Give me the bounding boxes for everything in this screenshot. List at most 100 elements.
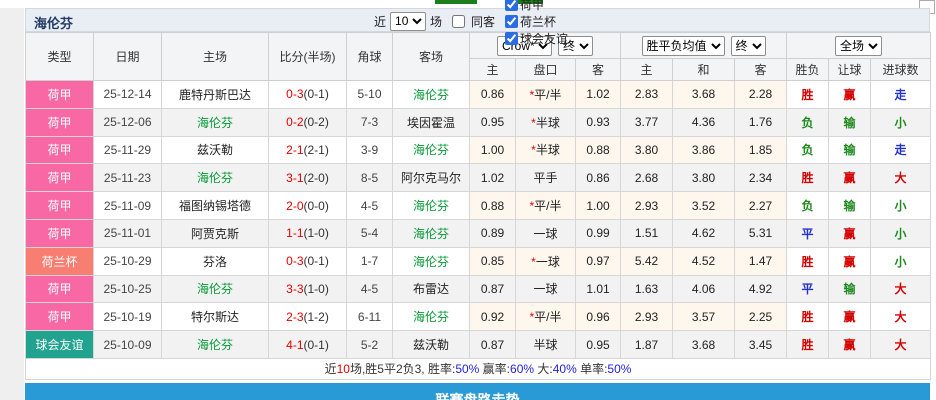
title-bar: 海伦芬 近 10 场 同客 荷甲 荷兰杯 球会友谊 xyxy=(25,0,930,46)
handicap-result-cell: 赢 xyxy=(828,302,872,332)
match-row: 荷甲 25-12-06 海伦芬 0-2(0-2) 7-3 埃因霍温 0.95 *半球 0.93 3… xyxy=(25,107,932,137)
summary-segment: 40% xyxy=(552,362,577,377)
asian-home-odds-cell: 0.92 xyxy=(469,302,516,332)
league-type-cell: 荷兰杯 xyxy=(25,246,94,276)
scope-select[interactable]: 全场 xyxy=(835,35,883,56)
corners-cell: 4-5 xyxy=(346,191,393,220)
wdl-result-cell: 负 xyxy=(786,135,830,165)
goals-result-cell: 走 xyxy=(870,135,932,165)
league-type-cell: 荷甲 xyxy=(25,107,94,137)
match-row: 荷甲 25-10-19 特尔斯达 2-3(1-2) 6-11 海伦芬 0.92 *平/半 0.9… xyxy=(25,302,932,332)
date-cell: 25-11-29 xyxy=(93,135,162,165)
wdl-result-cell: 胜 xyxy=(786,302,830,332)
home-team-cell: 兹沃勒 xyxy=(161,135,269,165)
match-row: 荷甲 25-11-29 兹沃勒 2-1(2-1) 3-9 海伦芬 1.00 *半球 0.88 3.… xyxy=(25,135,932,165)
euro-home-odds-cell: 3.77 xyxy=(620,107,674,137)
euro-time-select[interactable]: 终 xyxy=(730,35,766,56)
euro-draw-odds-cell: 4.52 xyxy=(672,246,736,276)
summary-segment: 单率: xyxy=(576,362,608,377)
asian-away-odds-cell: 0.86 xyxy=(574,163,622,193)
col-header-eu-draw: 和 xyxy=(672,58,736,81)
page: 海伦芬 近 10 场 同客 荷甲 荷兰杯 球会友谊 类型 日期 主场 比分(半场… xyxy=(0,0,936,400)
handicap-result-cell: 赢 xyxy=(828,163,872,193)
euro-away-odds-cell: 3.45 xyxy=(734,330,788,359)
goals-result-cell: 小 xyxy=(870,218,932,248)
asian-handicap-cell: *半球 xyxy=(515,135,576,165)
same-opponent-label: 同客 xyxy=(471,14,496,29)
away-team-cell: 海伦芬 xyxy=(392,191,470,220)
asian-home-odds-cell: 0.86 xyxy=(469,80,516,109)
asian-home-odds-cell: 1.00 xyxy=(469,135,516,165)
asian-handicap-cell: 半球 xyxy=(515,330,576,359)
match-row: 荷甲 25-11-23 海伦芬 3-1(2-0) 8-5 阿尔克马尔 1.02 平手 0.86 2… xyxy=(25,163,932,193)
date-cell: 25-11-23 xyxy=(93,163,162,193)
match-row: 荷兰杯 25-10-29 芬洛 0-3(0-1) 1-7 海伦芬 0.85 *一球 0.97 5.… xyxy=(25,246,932,276)
score-cell: 2-3(1-2) xyxy=(268,302,347,332)
asian-home-odds-cell: 0.95 xyxy=(469,107,516,137)
league-type-cell: 荷甲 xyxy=(25,191,94,220)
league-checkbox[interactable] xyxy=(505,0,519,11)
recent-label: 近 xyxy=(374,14,387,29)
euro-odds-select[interactable]: 胜平负均值 xyxy=(641,35,725,56)
league-type-cell: 荷甲 xyxy=(25,163,94,193)
euro-draw-odds-cell: 4.36 xyxy=(672,107,736,137)
asian-handicap-cell: 平手 xyxy=(515,163,576,193)
col-header-ah-home: 主 xyxy=(469,58,516,81)
away-team-cell: 海伦芬 xyxy=(392,302,470,332)
league-checkbox[interactable] xyxy=(505,14,519,28)
league-type-cell: 球会友谊 xyxy=(25,330,94,359)
league-filter-item: 荷甲 xyxy=(499,0,568,13)
match-row: 荷甲 25-10-25 海伦芬 3-3(1-0) 4-5 布雷达 0.87 一球 1.01 1.6… xyxy=(25,274,932,304)
page-title: 海伦芬 xyxy=(34,16,74,31)
score-cell: 1-1(1-0) xyxy=(268,218,347,248)
goals-result-cell: 大 xyxy=(870,302,932,332)
asian-home-odds-cell: 0.88 xyxy=(469,191,516,220)
league-checkbox-label: 球会友谊 xyxy=(520,31,569,46)
euro-home-odds-cell: 3.80 xyxy=(620,135,674,165)
match-row: 荷甲 25-11-01 阿贾克斯 1-1(1-0) 5-4 海伦芬 0.89 一球 0.99 1.… xyxy=(25,218,932,248)
euro-away-odds-cell: 2.28 xyxy=(734,80,788,109)
col-header-home: 主场 xyxy=(161,32,269,81)
corners-cell: 1-7 xyxy=(346,246,393,276)
date-cell: 25-12-14 xyxy=(93,80,162,109)
score-cell: 3-3(1-0) xyxy=(268,274,347,304)
away-team-cell: 海伦芬 xyxy=(392,135,470,165)
euro-away-odds-cell: 1.76 xyxy=(734,107,788,137)
asian-home-odds-cell: 0.89 xyxy=(469,218,516,248)
goals-result-cell: 小 xyxy=(870,246,932,276)
goals-result-cell: 大 xyxy=(870,330,932,359)
euro-home-odds-cell: 2.83 xyxy=(620,80,674,109)
asian-handicap-cell: 一球 xyxy=(515,274,576,304)
col-header-corner: 角球 xyxy=(346,32,393,81)
goals-result-cell: 大 xyxy=(870,163,932,193)
date-cell: 25-11-09 xyxy=(93,191,162,220)
handicap-result-cell: 输 xyxy=(828,135,872,165)
euro-home-odds-cell: 1.63 xyxy=(620,274,674,304)
recent-count-select[interactable]: 10 xyxy=(390,11,427,31)
away-team-cell: 埃因霍温 xyxy=(392,107,470,137)
asian-handicap-cell: *平/半 xyxy=(515,302,576,332)
section-header-label: 联赛盘路走势 xyxy=(435,392,520,400)
home-team-cell: 海伦芬 xyxy=(161,163,269,193)
same-opponent-checkbox[interactable] xyxy=(452,14,466,28)
league-type-cell: 荷甲 xyxy=(25,302,94,332)
wdl-result-cell: 平 xyxy=(786,218,830,248)
asian-away-odds-cell: 1.00 xyxy=(574,191,622,220)
score-cell: 4-1(0-1) xyxy=(268,330,347,359)
handicap-result-cell: 赢 xyxy=(828,246,872,276)
corners-cell: 8-5 xyxy=(346,163,393,193)
handicap-result-cell: 输 xyxy=(828,274,872,304)
asian-home-odds-cell: 0.85 xyxy=(469,246,516,276)
col-header-score: 比分(半场) xyxy=(268,32,347,81)
euro-away-odds-cell: 1.85 xyxy=(734,135,788,165)
handicap-result-cell: 输 xyxy=(828,107,872,137)
col-header-date: 日期 xyxy=(93,32,162,81)
home-team-cell: 福图纳锡塔德 xyxy=(161,191,269,220)
date-cell: 25-10-25 xyxy=(93,274,162,304)
summary-row: 近10场,胜5平2负3, 胜率:50% 赢率:60% 大:40% 单率:50% xyxy=(24,357,932,380)
euro-away-odds-cell: 2.25 xyxy=(734,302,788,332)
cutoff-green-button-1 xyxy=(435,0,477,4)
home-team-cell: 海伦芬 xyxy=(161,107,269,137)
asian-away-odds-cell: 1.02 xyxy=(574,80,622,109)
league-checkbox[interactable] xyxy=(505,31,519,45)
